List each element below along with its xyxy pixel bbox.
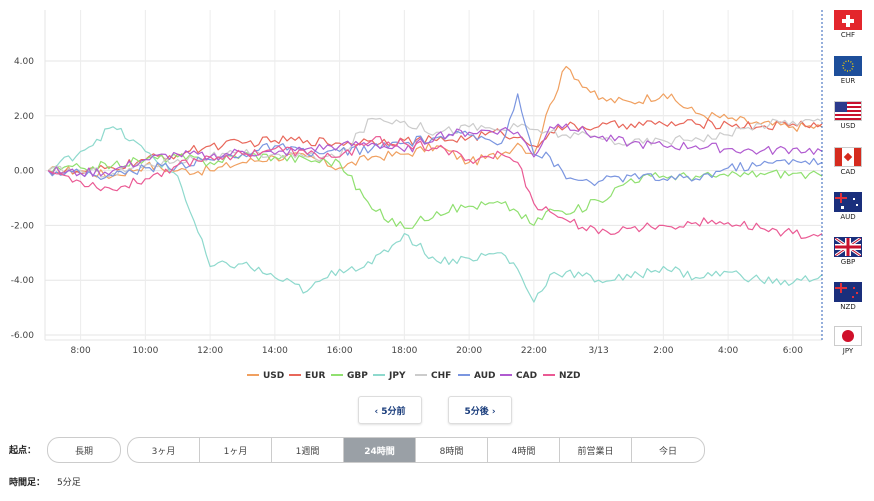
x-tick-label: 4:00: [718, 346, 738, 356]
canada-flag-icon: [834, 147, 862, 167]
australia-flag-icon: [834, 192, 862, 212]
flag-item-cad[interactable]: CAD: [830, 147, 866, 176]
y-tick-label: -4.00: [11, 276, 35, 286]
range-option-5[interactable]: 4時間: [488, 438, 560, 462]
swiss-flag-icon: [834, 10, 862, 30]
flag-item-aud[interactable]: AUD: [830, 192, 866, 221]
y-tick-label: 0.00: [14, 167, 34, 177]
flag-item-nzd[interactable]: NZD: [830, 282, 866, 311]
japan-flag-icon: [834, 326, 862, 346]
flag-label-aud: AUD: [840, 213, 856, 221]
y-axis-ticks: 4.00 2.00 0.00 -2.00 -4.00 -6.00: [11, 57, 35, 341]
flag-label-gbp: GBP: [840, 258, 856, 266]
flag-label-chf: CHF: [840, 31, 856, 39]
legend-label-cad: CAD: [516, 371, 537, 381]
y-tick-label: 4.00: [14, 57, 34, 67]
y-tick-label: 2.00: [14, 112, 34, 122]
flag-label-eur: EUR: [840, 77, 856, 85]
range-option-2[interactable]: 1週間: [272, 438, 344, 462]
prev-5min-button[interactable]: ‹ 5分前: [358, 396, 422, 424]
x-tick-label: 18:00: [391, 346, 417, 356]
grid: [44, 10, 822, 341]
long-term-button[interactable]: 長期: [47, 437, 121, 463]
x-tick-label: 10:00: [132, 346, 158, 356]
range-option-0[interactable]: 3ヶ月: [128, 438, 200, 462]
eu-flag-icon: [834, 56, 862, 76]
currency-strength-chart: 4.00 2.00 0.00 -2.00 -4.00 -6.00 8:00 10:00 12:…: [11, 10, 823, 381]
legend-label-usd: USD: [263, 371, 284, 381]
legend-label-chf: CHF: [431, 371, 451, 381]
flag-item-gbp[interactable]: GBP: [830, 237, 866, 266]
flag-label-jpy: JPY: [842, 347, 854, 355]
legend: USD EUR GBP JPY CHF AUD CAD NZD: [247, 371, 581, 381]
legend-label-gbp: GBP: [347, 371, 368, 381]
legend-label-eur: EUR: [305, 371, 325, 381]
range-label: 起点：: [9, 446, 37, 456]
range-option-4[interactable]: 8時間: [416, 438, 488, 462]
uk-flag-icon: [834, 237, 862, 257]
x-tick-label: 8:00: [71, 346, 91, 356]
range-selector: 3ヶ月 1ヶ月 1週間 24時間 8時間 4時間 前営業日 今日: [127, 437, 705, 463]
range-option-6[interactable]: 前営業日: [560, 438, 632, 462]
range-option-1[interactable]: 1ヶ月: [200, 438, 272, 462]
series-lines: [47, 65, 823, 303]
x-tick-label: 22:00: [521, 346, 547, 356]
flag-label-cad: CAD: [840, 168, 856, 176]
legend-label-nzd: NZD: [559, 371, 581, 381]
interval-label: 時間足：: [9, 478, 46, 488]
x-axis-ticks: 8:00 10:00 12:00 14:00 16:00 18:00 20:00 22:00 3…: [71, 346, 804, 356]
x-tick-label: 6:00: [783, 346, 803, 356]
x-tick-label: 2:00: [653, 346, 673, 356]
interval-value: 5分足: [57, 478, 81, 488]
legend-label-jpy: JPY: [388, 371, 406, 381]
legend-label-aud: AUD: [474, 371, 495, 381]
flag-item-jpy[interactable]: JPY: [830, 326, 866, 355]
flag-item-usd[interactable]: USD: [830, 101, 866, 130]
series-line-nzd: [47, 136, 823, 239]
y-tick-label: -6.00: [11, 331, 35, 341]
series-line-cad: [47, 123, 823, 177]
x-tick-label: 14:00: [262, 346, 288, 356]
x-tick-label: 12:00: [197, 346, 223, 356]
x-tick-label: 3/13: [589, 346, 609, 356]
x-tick-label: 20:00: [456, 346, 482, 356]
range-option-7[interactable]: 今日: [632, 438, 704, 462]
flag-label-usd: USD: [840, 122, 856, 130]
y-tick-label: -2.00: [11, 221, 35, 231]
range-option-3[interactable]: 24時間: [344, 438, 416, 462]
x-tick-label: 16:00: [327, 346, 353, 356]
next-5min-button[interactable]: 5分後 ›: [448, 396, 512, 424]
flag-label-nzd: NZD: [840, 303, 856, 311]
flag-item-eur[interactable]: EUR: [830, 56, 866, 85]
us-flag-icon: [834, 101, 862, 121]
nz-flag-icon: [834, 282, 862, 302]
flag-item-chf[interactable]: CHF: [830, 10, 866, 39]
